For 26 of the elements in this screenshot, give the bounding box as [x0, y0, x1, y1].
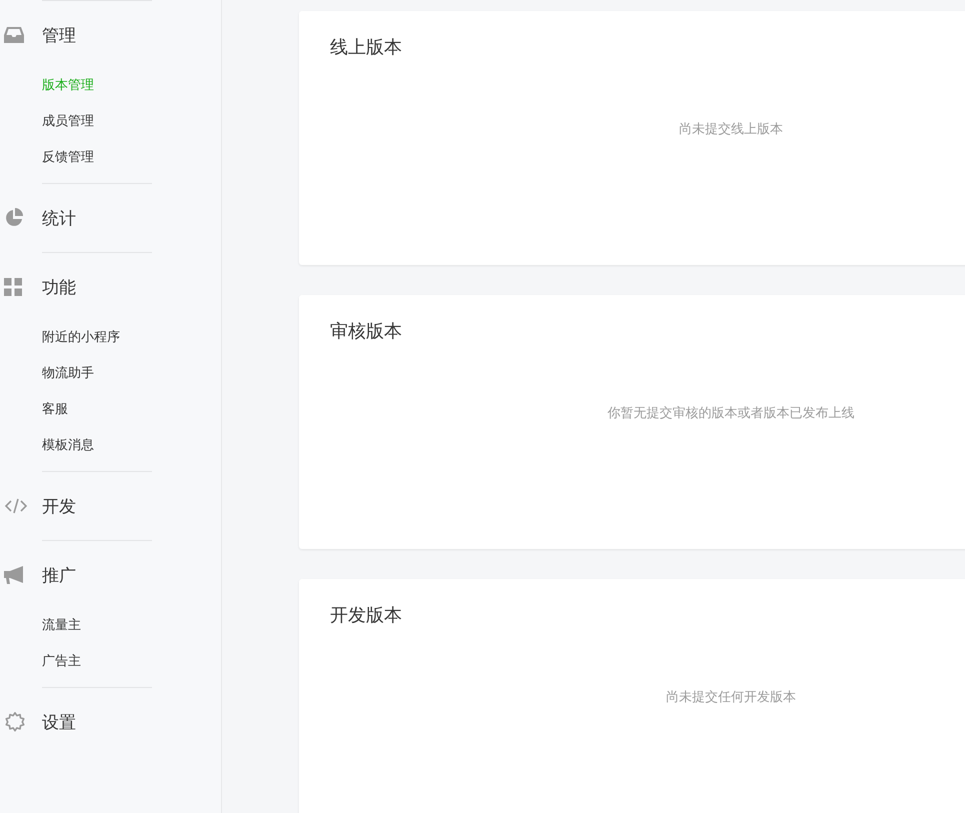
megaphone-icon: [4, 565, 24, 585]
pie-chart-icon: [4, 208, 24, 228]
card-title: 开发版本: [330, 604, 403, 627]
card-title: 线上版本: [330, 36, 403, 59]
sidebar-item[interactable]: 物流助手: [42, 356, 152, 392]
sidebar-item[interactable]: 客服: [42, 392, 152, 428]
sidebar-section-label[interactable]: 推广: [42, 564, 76, 586]
sidebar-item[interactable]: 流量主: [42, 608, 152, 644]
sidebar-section-label[interactable]: 管理: [42, 24, 76, 46]
sidebar-section-label[interactable]: 功能: [42, 276, 76, 298]
sidebar-section-label[interactable]: 开发: [42, 494, 76, 518]
sidebar-item[interactable]: 模板消息: [42, 428, 152, 464]
grid-icon: [4, 278, 22, 296]
empty-message: 尚未提交线上版本: [679, 121, 783, 138]
sidebar-item[interactable]: 附近的小程序: [42, 320, 152, 356]
empty-message: 你暂无提交审核的版本或者版本已发布上线: [608, 405, 854, 422]
inbox-icon: [4, 26, 24, 44]
card-title: 审核版本: [330, 320, 403, 343]
sidebar-section-label[interactable]: 统计: [42, 206, 76, 230]
code-icon: [4, 497, 28, 515]
gear-icon: [4, 711, 26, 733]
sidebar-item[interactable]: 广告主: [42, 644, 152, 680]
sidebar-item[interactable]: 成员管理: [42, 104, 152, 140]
empty-message: 尚未提交任何开发版本: [666, 689, 796, 706]
sidebar-item[interactable]: 反馈管理: [42, 140, 152, 176]
sidebar-section-label[interactable]: 设置: [42, 710, 76, 734]
